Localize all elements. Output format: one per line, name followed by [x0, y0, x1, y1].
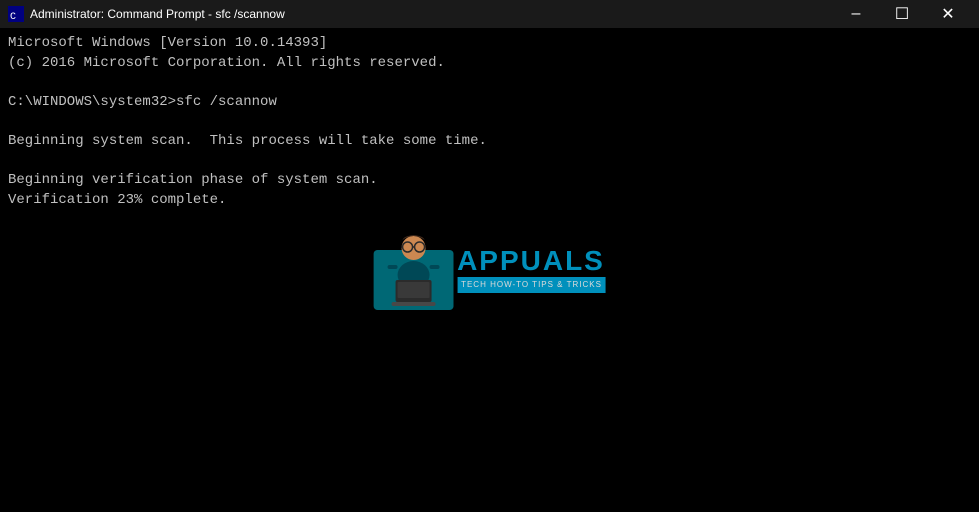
watermark-figure [373, 230, 453, 310]
cmd-icon: C [8, 6, 24, 22]
terminal-output: Microsoft Windows [Version 10.0.14393](c… [8, 34, 971, 210]
terminal-line: (c) 2016 Microsoft Corporation. All righ… [8, 54, 971, 74]
minimize-button[interactable]: – [833, 0, 879, 28]
watermark: APPUALS TECH HOW-TO TIPS & TRICKS [373, 230, 606, 310]
terminal-line: Verification 23% complete. [8, 191, 971, 211]
title-bar-controls: – ☐ ✕ [833, 0, 971, 28]
watermark-text: APPUALS TECH HOW-TO TIPS & TRICKS [457, 247, 606, 292]
watermark-appname: APPUALS [457, 247, 606, 275]
terminal-line [8, 152, 971, 172]
maximize-button[interactable]: ☐ [879, 0, 925, 28]
terminal-line [8, 73, 971, 93]
terminal-line: Beginning system scan. This process will… [8, 132, 971, 152]
terminal-line: Beginning verification phase of system s… [8, 171, 971, 191]
terminal-line: C:\WINDOWS\system32>sfc /scannow [8, 93, 971, 113]
terminal-body: Microsoft Windows [Version 10.0.14393](c… [0, 28, 979, 512]
close-button[interactable]: ✕ [925, 0, 971, 28]
watermark-tagline: TECH HOW-TO TIPS & TRICKS [457, 277, 606, 292]
svg-text:C: C [10, 12, 16, 22]
terminal-line: Microsoft Windows [Version 10.0.14393] [8, 34, 971, 54]
terminal-line [8, 112, 971, 132]
title-bar: C Administrator: Command Prompt - sfc /s… [0, 0, 979, 28]
title-bar-text: Administrator: Command Prompt - sfc /sca… [30, 7, 833, 21]
